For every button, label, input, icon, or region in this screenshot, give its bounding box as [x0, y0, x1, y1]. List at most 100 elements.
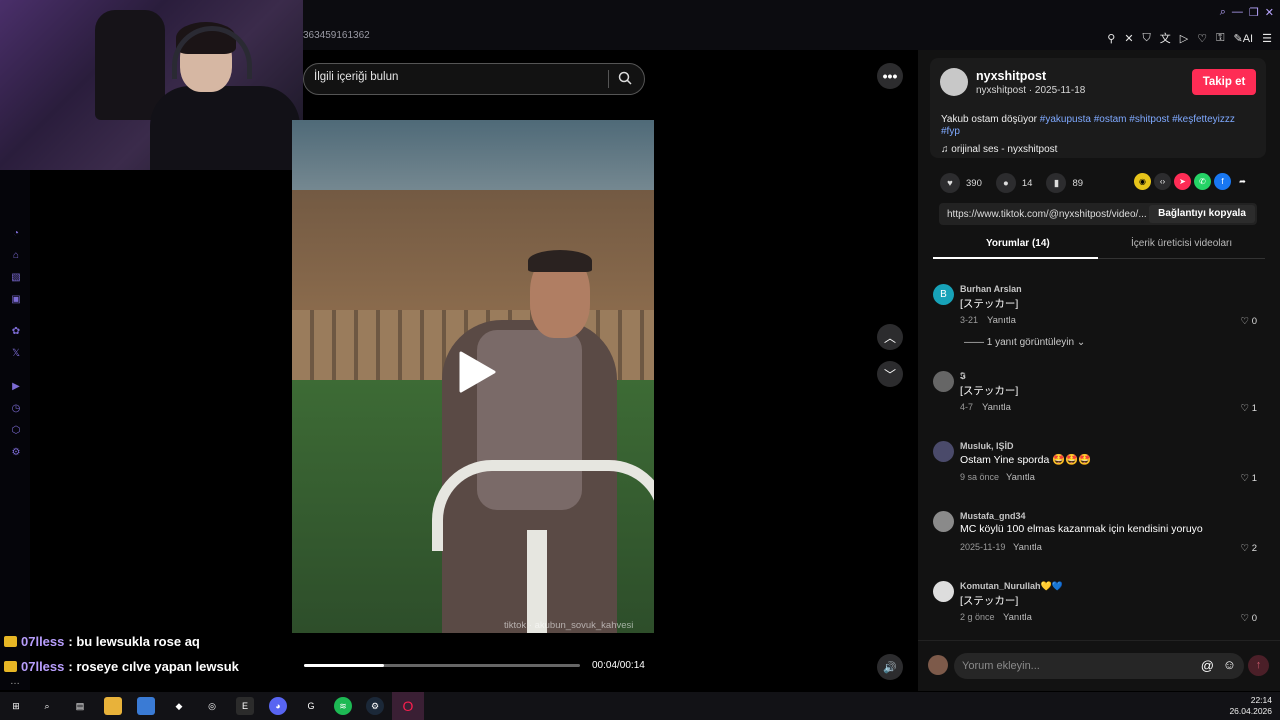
sound-link[interactable]: ♫ orijinal ses - nyxshitpost [941, 144, 1057, 155]
shield-icon[interactable]: ⛉ [1143, 32, 1151, 45]
comment-like[interactable]: ♡ 2 [1241, 543, 1257, 554]
copy-link-button[interactable]: Bağlantıyı kopyala [1149, 205, 1255, 223]
hashtag[interactable]: #fyp [941, 126, 960, 137]
discord-icon[interactable]: ◕ [269, 697, 287, 715]
openai-icon[interactable]: ✿ [10, 326, 22, 338]
embed-icon[interactable]: ‹› [1154, 173, 1171, 190]
comment-username[interactable]: 𝕴 [960, 371, 966, 382]
send-comment-button[interactable]: ↑ [1248, 655, 1269, 676]
comment-like[interactable]: ♡ 0 [1241, 613, 1257, 624]
reply-button[interactable]: Yanıtla [1003, 612, 1032, 623]
coin-icon[interactable]: ◉ [1134, 173, 1151, 190]
avatar[interactable] [933, 511, 954, 532]
x-icon[interactable]: 𝕏 [10, 348, 22, 360]
system-clock[interactable]: 22:14 26.04.2026 [1229, 695, 1272, 717]
comment-like[interactable]: ♡ 1 [1241, 403, 1257, 414]
windows-start-icon[interactable]: ⊞ [7, 697, 25, 715]
reply-button[interactable]: Yanıtla [1013, 542, 1042, 553]
comment-icon[interactable]: ● [995, 173, 1016, 193]
comment-username[interactable]: Musluk, IŞİD [960, 441, 1014, 451]
next-video-button[interactable]: ﹀ [877, 361, 903, 387]
hashtag[interactable]: #yakupusta [1040, 114, 1091, 125]
reply-button[interactable]: Yanıtla [987, 315, 1016, 326]
translate-icon[interactable]: 文 [1160, 30, 1171, 46]
chat-text: : bu lewsukla rose aq [68, 634, 200, 649]
bookmark-icon[interactable]: ▮ [1046, 173, 1067, 193]
facebook-icon[interactable]: f [1214, 173, 1231, 190]
avatar[interactable] [933, 441, 954, 462]
avatar[interactable]: B [933, 284, 954, 305]
file-explorer-icon[interactable] [104, 697, 122, 715]
hashtag[interactable]: #shitpost [1129, 114, 1169, 125]
search-icon[interactable]: ⌕ [38, 697, 56, 715]
close-icon[interactable]: ✕ [1265, 6, 1274, 19]
send-icon[interactable]: ➤ [1174, 173, 1191, 190]
clock-icon[interactable]: ◷ [10, 403, 22, 415]
gauge-icon[interactable]: ◔ [10, 228, 22, 240]
panel-tabs: Yorumlar (14) İçerik üreticisi videoları [933, 236, 1265, 259]
comment-username[interactable]: Mustafa_gnd34 [960, 511, 1026, 521]
app-icon[interactable]: ◎ [203, 697, 221, 715]
whatsapp-icon[interactable]: ✆ [1194, 173, 1211, 190]
task-view-icon[interactable]: ▤ [71, 697, 89, 715]
settings-icon[interactable]: ⚙ [10, 447, 22, 459]
play-icon[interactable] [457, 350, 497, 394]
puzzle-icon[interactable]: ⬡ [10, 425, 22, 437]
volume-icon: 🔊 [883, 661, 897, 674]
pin-icon[interactable]: ⚲ [1107, 32, 1115, 45]
avatar[interactable] [940, 68, 968, 96]
avatar[interactable] [933, 581, 954, 602]
follow-button[interactable]: Takip et [1192, 69, 1256, 95]
emoji-icon[interactable]: ☺ [1223, 657, 1236, 672]
minimize-icon[interactable]: — [1232, 6, 1243, 19]
mail-icon[interactable]: ▣ [10, 294, 22, 306]
spotify-icon[interactable]: ≋ [334, 697, 352, 715]
hashtag[interactable]: #keşfetteyizzz [1172, 114, 1235, 125]
mention-icon[interactable]: @ [1201, 658, 1214, 673]
reply-button[interactable]: Yanıtla [1006, 472, 1035, 483]
search-divider [608, 70, 609, 88]
restore-icon[interactable]: ❐ [1249, 6, 1259, 19]
author-name[interactable]: nyxshitpost [976, 69, 1046, 83]
steam-icon[interactable]: ⚙ [366, 697, 384, 715]
opera-gx-icon[interactable]: O [392, 692, 424, 720]
heart-icon[interactable]: ♥ [940, 173, 960, 193]
hashtag[interactable]: #ostam [1094, 114, 1127, 125]
unity-icon[interactable]: ◆ [170, 697, 188, 715]
more-options-button[interactable]: ••• [877, 63, 903, 89]
comment-input[interactable]: Yorum ekleyin... @ ☺ [954, 653, 1244, 679]
comment-like[interactable]: ♡ 0 [1241, 316, 1257, 327]
close-icon[interactable]: ✕ [1124, 32, 1133, 45]
share-arrow-icon[interactable]: ➦ [1234, 173, 1251, 190]
comment-username[interactable]: Burhan Arslan [960, 284, 1022, 294]
video-player[interactable]: tiktok · akubun_sovuk_kahvesi [292, 120, 654, 633]
ai-icon[interactable]: ✎AI [1234, 32, 1254, 45]
play-circle-icon[interactable]: ▶ [10, 381, 22, 393]
comment-username[interactable]: Komutan_Nurullah💛💙 [960, 581, 1063, 592]
previous-video-button[interactable]: ︿ [877, 324, 903, 350]
volume-button[interactable]: 🔊 [877, 654, 903, 680]
comment-like[interactable]: ♡ 1 [1241, 473, 1257, 484]
tab-comments[interactable]: Yorumlar (14) [986, 238, 1050, 249]
progress-bar[interactable] [304, 664, 580, 667]
reply-button[interactable]: Yanıtla [982, 402, 1011, 413]
heart-icon[interactable]: ♡ [1197, 32, 1207, 45]
tag-icon[interactable]: ▧ [10, 272, 22, 284]
g-hub-icon[interactable]: G [302, 697, 320, 715]
avatar[interactable] [933, 371, 954, 392]
search-input[interactable]: İlgili içeriği bulun [314, 71, 398, 83]
menu-icon[interactable]: ☰ [1262, 32, 1272, 45]
tab-creator-videos[interactable]: İçerik üreticisi videoları [1131, 238, 1232, 249]
lock-icon[interactable]: ⚿ [1216, 32, 1224, 45]
epic-games-icon[interactable]: E [236, 697, 254, 715]
heart-icon: ♡ [1240, 403, 1252, 414]
play-icon[interactable]: ▷ [1180, 32, 1188, 45]
video-link[interactable]: https://www.tiktok.com/@nyxshitpost/vide… [947, 209, 1147, 220]
robot-icon[interactable]: ⌂ [10, 250, 22, 262]
monitor-icon[interactable] [137, 697, 155, 715]
search-icon[interactable]: ⌕ [1220, 6, 1226, 19]
comment-date: 4-7 [960, 402, 974, 412]
search-bar[interactable]: İlgili içeriği bulun [303, 63, 645, 95]
search-icon[interactable] [617, 70, 633, 86]
view-replies-button[interactable]: —— 1 yanıt görüntüleyin ⌄ [964, 337, 1085, 348]
